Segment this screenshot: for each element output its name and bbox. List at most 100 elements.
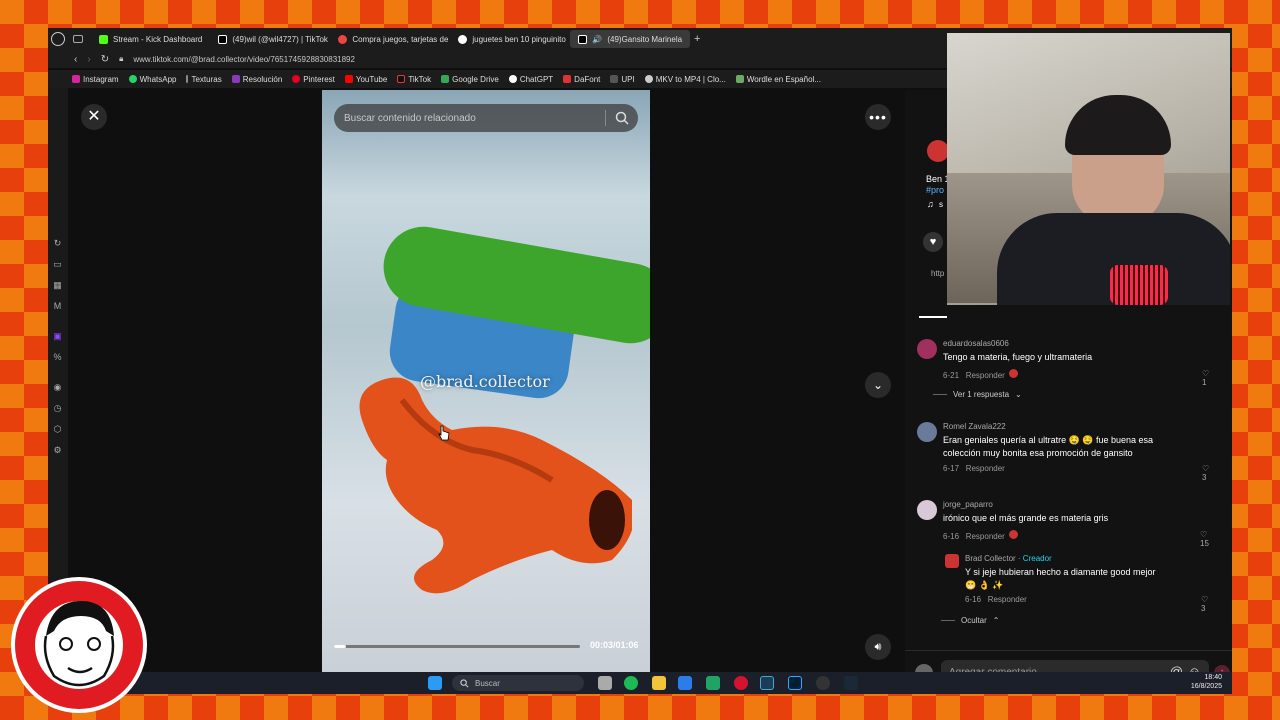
- volume-button[interactable]: 🔊︎: [865, 634, 891, 660]
- clock-icon[interactable]: ◷: [52, 403, 63, 414]
- video-toy-figure: [359, 377, 632, 594]
- dafont-icon: [563, 75, 572, 83]
- view-replies-button[interactable]: Ver 1 respuesta ⌄: [933, 390, 1022, 399]
- webcam-person-hair: [1065, 95, 1171, 155]
- reply-button[interactable]: Responder: [966, 464, 1005, 473]
- bookmark-whatsapp[interactable]: WhatsApp: [128, 75, 176, 84]
- m-icon[interactable]: M: [52, 301, 63, 312]
- image-icon[interactable]: ▦: [52, 280, 63, 291]
- like-button[interactable]: ♥: [923, 232, 943, 252]
- tab-tiktok-video[interactable]: 🔊 (49)Gansito Marinela: [570, 30, 691, 48]
- mouse-cursor-icon: [438, 425, 450, 441]
- opera-icon[interactable]: [734, 676, 748, 690]
- tab-google-search[interactable]: juguetes ben 10 pinguinito: [450, 30, 570, 48]
- comment-username[interactable]: Romel Zavala222: [943, 422, 1006, 431]
- percent-icon[interactable]: %: [52, 352, 63, 363]
- settings-icon[interactable]: ⚙: [52, 445, 63, 456]
- bookmark-resolucion[interactable]: Resolución: [231, 75, 282, 84]
- creator-reply-meta: 6-16 Responder: [965, 595, 1027, 604]
- reply-button[interactable]: Responder: [966, 371, 1005, 380]
- pinterest-icon: [292, 75, 301, 83]
- panel-divider: [905, 650, 1232, 651]
- taskbar-search[interactable]: Buscar: [452, 675, 584, 691]
- comment-username[interactable]: eduardosalas0606: [943, 339, 1009, 348]
- creator-reply-avatar[interactable]: [945, 554, 959, 568]
- chevron-down-icon: ⌄: [872, 378, 884, 392]
- bookmark-tiktok[interactable]: TikTok: [397, 75, 431, 84]
- file-explorer-icon[interactable]: [652, 676, 666, 690]
- obs-icon[interactable]: [816, 676, 830, 690]
- reload-icon[interactable]: ↻: [101, 54, 109, 65]
- comment-username[interactable]: jorge_paparro: [943, 500, 993, 509]
- commenter-avatar[interactable]: [917, 422, 937, 442]
- sound-name[interactable]: s: [939, 200, 943, 209]
- bookmark-instagram[interactable]: Instagram: [72, 75, 119, 84]
- steam-icon[interactable]: [844, 676, 858, 690]
- bookmark-google-drive[interactable]: Google Drive: [441, 75, 499, 84]
- youtube-icon: [344, 75, 353, 83]
- history-icon[interactable]: ↻: [52, 238, 63, 249]
- comment-meta: 6-21 Responder: [943, 369, 1019, 380]
- commenter-avatar[interactable]: [917, 500, 937, 520]
- audio-playing-icon[interactable]: 🔊: [592, 35, 602, 44]
- wordle-icon: [735, 75, 744, 83]
- bookmark-dafont[interactable]: DaFont: [563, 75, 600, 84]
- video-description-title: Ben 1: [926, 174, 950, 184]
- vegas-icon[interactable]: [760, 676, 774, 690]
- bookmark-mkv-to-mp4[interactable]: MKV to MP4 | Clo...: [644, 75, 726, 84]
- music-note-icon: ♫: [927, 199, 934, 209]
- search-icon: [460, 678, 469, 687]
- next-video-button[interactable]: ⌄: [865, 372, 891, 398]
- bookmark-wordle[interactable]: Wordle en Español...: [735, 75, 821, 84]
- twitch-icon[interactable]: ▣: [52, 331, 63, 342]
- app-blue-icon[interactable]: [678, 676, 692, 690]
- bookmark-chatgpt[interactable]: ChatGPT: [508, 75, 553, 84]
- tab-compra-juegos[interactable]: Compra juegos, tarjetas de: [330, 30, 450, 48]
- search-icon[interactable]: [615, 111, 629, 125]
- photoshop-icon[interactable]: [788, 676, 802, 690]
- google-icon: [458, 34, 468, 44]
- resolucion-icon: [231, 75, 240, 83]
- creator-reply-username[interactable]: Brad Collector · Creador: [965, 554, 1052, 563]
- system-clock[interactable]: 18:40 16/8/2025: [1191, 673, 1222, 691]
- video-link[interactable]: http: [931, 269, 944, 278]
- new-tab-button[interactable]: +: [694, 33, 700, 45]
- video-watermark: @brad.collector: [420, 372, 550, 391]
- creator-liked-icon: [1009, 369, 1019, 378]
- tiktok-icon: [578, 34, 588, 44]
- forward-icon[interactable]: ›: [87, 54, 90, 65]
- car-icon[interactable]: ▭: [52, 259, 63, 270]
- lock-icon: 🔒︎: [119, 54, 124, 63]
- replies-line: [941, 620, 955, 621]
- spotify-icon[interactable]: [624, 676, 638, 690]
- back-icon[interactable]: ‹: [74, 54, 77, 65]
- bookmark-upi[interactable]: UPI: [610, 75, 635, 84]
- bookmark-texturas[interactable]: Texturas: [186, 75, 222, 84]
- video-hashtag[interactable]: #pro: [926, 185, 944, 195]
- more-options-button[interactable]: •••: [865, 104, 891, 130]
- creator-avatar[interactable]: [927, 140, 949, 162]
- related-search-input[interactable]: Buscar contenido relacionado: [334, 104, 638, 132]
- task-view-icon[interactable]: [598, 676, 612, 690]
- close-video-button[interactable]: ✕: [81, 104, 107, 130]
- tab-switch-icon[interactable]: [73, 35, 83, 43]
- play-circle-icon[interactable]: ◉: [52, 382, 63, 393]
- video-progress-bar[interactable]: [334, 645, 580, 648]
- commenter-avatar[interactable]: [917, 339, 937, 359]
- app-green-icon[interactable]: [706, 676, 720, 690]
- hide-replies-button[interactable]: Ocultar ⌃: [941, 616, 1000, 625]
- video-timecode: 00:03/01:06: [590, 640, 639, 650]
- creator-reply-text: Y si jeje hubieran hecho a diamante good…: [965, 567, 1156, 590]
- creator-badge: Creador: [1022, 554, 1052, 563]
- reply-button[interactable]: Responder: [988, 595, 1027, 604]
- browser-menu-icon[interactable]: [51, 32, 65, 46]
- tab-kick-dashboard[interactable]: Stream - Kick Dashboard: [91, 30, 210, 48]
- bookmark-pinterest[interactable]: Pinterest: [292, 75, 335, 84]
- windows-start-icon[interactable]: [428, 676, 442, 690]
- bookmark-youtube[interactable]: YouTube: [344, 75, 387, 84]
- chevron-up-icon: ⌃: [992, 616, 1000, 625]
- reply-button[interactable]: Responder: [966, 532, 1005, 541]
- url-text[interactable]: www.tiktok.com/@brad.collector/video/765…: [133, 55, 355, 64]
- tab-tiktok-profile[interactable]: (49)wil (@wil4727) | TikTok: [210, 30, 330, 48]
- cube-icon[interactable]: ⬡: [52, 424, 63, 435]
